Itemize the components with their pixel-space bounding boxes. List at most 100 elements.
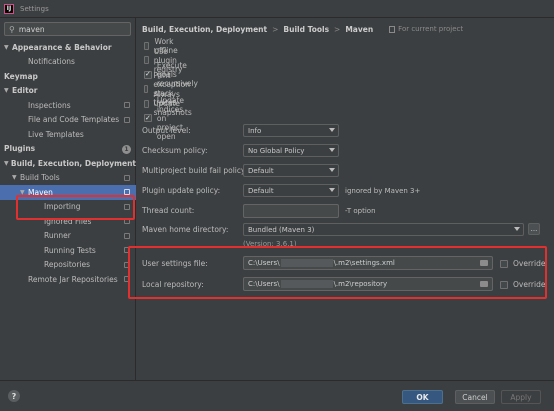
plugin-update-row: Plugin update policy: xyxy=(142,183,220,198)
output-level-label: Output level: xyxy=(142,126,191,135)
expand-arrow-icon[interactable]: ▼ xyxy=(20,189,28,196)
sidebar-item-running-tests[interactable]: Running Tests xyxy=(0,243,136,258)
scope-label: For current project xyxy=(389,25,463,33)
sidebar-item-file-and-code-templates[interactable]: File and Code Templates xyxy=(0,113,136,128)
checkbox-checked[interactable]: ✓ xyxy=(144,70,152,79)
sidebar-item-appearance-behavior[interactable]: ▼ Appearance & Behavior xyxy=(0,40,136,55)
cancel-button[interactable]: Cancel xyxy=(455,390,495,404)
sidebar-item-label: Runner xyxy=(44,231,71,241)
folder-icon[interactable] xyxy=(480,260,488,266)
chevron-down-icon xyxy=(329,168,335,172)
search-input[interactable]: ⚲ maven xyxy=(4,22,131,36)
title-bar: IJ Settings xyxy=(0,0,554,18)
user-settings-suffix: \.m2\settings.xml xyxy=(333,259,395,267)
sidebar-item-label: Plugins xyxy=(4,144,36,154)
override-checkbox[interactable] xyxy=(500,280,508,289)
folder-icon[interactable] xyxy=(480,281,488,287)
sidebar-item-label: Remote Jar Repositories xyxy=(28,274,118,284)
output-level-value: Info xyxy=(248,126,262,135)
checksum-policy-row: Checksum policy: xyxy=(142,143,207,158)
sidebar-item-keymap[interactable]: Keymap xyxy=(0,69,136,84)
sidebar-item-maven[interactable]: ▼ Maven xyxy=(0,185,136,200)
maven-settings-panel: Build, Execution, Deployment > Build Too… xyxy=(128,18,554,380)
output-level-dropdown[interactable]: Info xyxy=(243,124,339,137)
checkbox-checked[interactable]: ✓ xyxy=(144,114,152,122)
project-scope-icon xyxy=(124,276,130,282)
user-settings-override[interactable]: Override xyxy=(500,259,545,268)
fail-policy-label: Multiproject build fail policy: xyxy=(142,166,248,175)
sidebar-item-live-templates[interactable]: Live Templates xyxy=(0,127,136,142)
fail-policy-dropdown[interactable]: Default xyxy=(243,164,339,177)
checkbox-unchecked[interactable] xyxy=(144,56,149,64)
user-settings-input[interactable]: C:\Users\ \.m2\settings.xml xyxy=(243,256,493,270)
sidebar-item-runner[interactable]: Runner xyxy=(0,229,136,244)
plugin-update-dropdown[interactable]: Default xyxy=(243,184,339,197)
sidebar-item-build-tools[interactable]: ▼ Build Tools xyxy=(0,171,136,186)
user-settings-row: User settings file: xyxy=(142,256,208,271)
checkbox-unchecked[interactable] xyxy=(144,85,149,93)
app-icon: IJ xyxy=(4,3,14,14)
sidebar-item-label: Editor xyxy=(12,86,38,96)
fail-policy-row: Multiproject build fail policy: xyxy=(142,163,247,178)
sidebar-item-label: Notifications xyxy=(28,57,75,67)
sidebar-item-remote-jar-repositories[interactable]: Remote Jar Repositories xyxy=(0,272,136,287)
expand-arrow-icon[interactable]: ▼ xyxy=(12,174,20,181)
search-icon: ⚲ xyxy=(9,24,15,34)
project-scope-icon xyxy=(124,247,130,253)
apply-button[interactable]: Apply xyxy=(501,390,541,404)
sidebar-item-plugins[interactable]: Plugins 1 xyxy=(0,142,136,157)
sidebar-item-label: Repositories xyxy=(44,260,91,270)
expand-arrow-icon[interactable]: ▼ xyxy=(4,160,11,167)
maven-home-dropdown[interactable]: Bundled (Maven 3) xyxy=(243,223,524,236)
thread-count-input[interactable] xyxy=(243,204,339,218)
plugin-update-value: Default xyxy=(248,186,274,195)
sidebar-item-ignored-files[interactable]: Ignored Files xyxy=(0,214,136,229)
local-repo-override[interactable]: Override xyxy=(500,280,545,289)
maven-home-row: Maven home directory: xyxy=(142,222,228,237)
window-title: Settings xyxy=(20,4,49,13)
local-repo-suffix: \.m2\repository xyxy=(333,280,388,288)
chevron-down-icon xyxy=(329,148,335,152)
breadcrumb-separator: > xyxy=(272,24,279,34)
sidebar-item-importing[interactable]: Importing xyxy=(0,200,136,215)
local-repo-input[interactable]: C:\Users\ \.m2\repository xyxy=(243,277,493,291)
checksum-policy-dropdown[interactable]: No Global Policy xyxy=(243,144,339,157)
maven-home-value: Bundled (Maven 3) xyxy=(248,225,315,234)
thread-count-label: Thread count: xyxy=(142,206,195,215)
override-checkbox[interactable] xyxy=(500,259,508,268)
checkbox-unchecked[interactable] xyxy=(144,41,150,50)
help-button[interactable]: ? xyxy=(8,390,20,402)
settings-sidebar: ⚲ maven ▼ Appearance & Behavior Notificati… xyxy=(0,18,136,380)
scope-text: For current project xyxy=(398,25,464,33)
sidebar-item-repositories[interactable]: Repositories xyxy=(0,258,136,273)
sidebar-item-label: Importing xyxy=(44,202,81,212)
plugins-update-badge: 1 xyxy=(122,144,131,154)
check-mark-icon: ✓ xyxy=(145,113,151,122)
sidebar-item-label: File and Code Templates xyxy=(28,115,120,125)
output-level-row: Output level: xyxy=(142,123,191,138)
local-repo-label: Local repository: xyxy=(142,280,204,289)
sidebar-item-label: Inspections xyxy=(28,100,71,110)
local-repo-prefix: C:\Users\ xyxy=(248,280,280,288)
expand-arrow-icon[interactable]: ▼ xyxy=(4,87,12,94)
user-settings-prefix: C:\Users\ xyxy=(248,259,280,267)
checkbox-unchecked[interactable] xyxy=(144,99,149,108)
sidebar-item-label: Appearance & Behavior xyxy=(12,42,112,52)
sidebar-item-inspections[interactable]: Inspections xyxy=(0,98,136,113)
sidebar-item-label: Maven xyxy=(28,187,53,197)
sidebar-item-build-execution-deployment[interactable]: ▼ Build, Execution, Deployment xyxy=(0,156,136,171)
browse-maven-home-button[interactable]: ... xyxy=(528,223,540,235)
thread-count-row: Thread count: xyxy=(142,203,194,218)
sidebar-item-notifications[interactable]: Notifications xyxy=(0,55,136,70)
expand-arrow-icon[interactable]: ▼ xyxy=(4,44,12,51)
checkbox-update-indices-on-project-open[interactable]: ✓ Update indices on project open xyxy=(144,96,184,141)
redacted-username xyxy=(280,280,333,288)
chevron-down-icon xyxy=(514,227,520,231)
breadcrumb-part: Maven xyxy=(345,24,374,34)
sidebar-item-editor[interactable]: ▼ Editor xyxy=(0,84,136,99)
dialog-button-bar: ? OK Cancel Apply xyxy=(0,380,554,411)
search-value: maven xyxy=(18,24,45,34)
ok-button[interactable]: OK xyxy=(402,390,443,404)
sidebar-item-label: Running Tests xyxy=(44,245,96,255)
sidebar-item-label: Build Tools xyxy=(20,173,60,183)
